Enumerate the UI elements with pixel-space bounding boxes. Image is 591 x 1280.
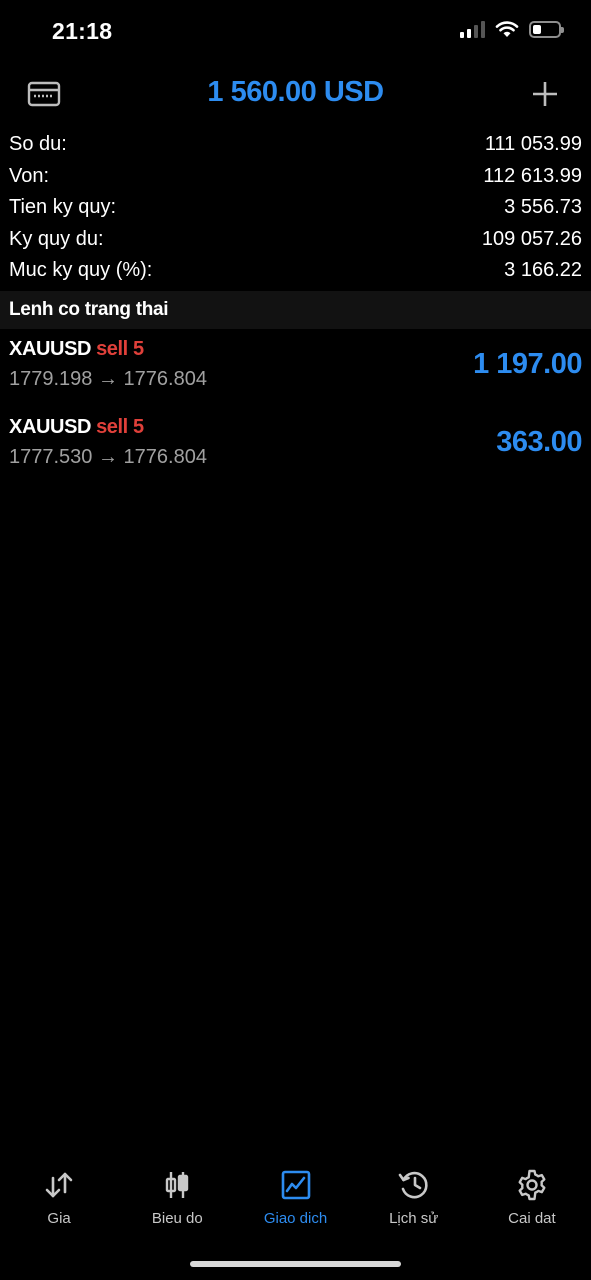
summary-value: 3 166.22 xyxy=(504,259,582,282)
summary-label: So du: xyxy=(9,133,67,156)
summary-row-equity: Von: 112 613.99 xyxy=(0,161,591,193)
plus-icon[interactable] xyxy=(525,74,565,114)
position-profit: 363.00 xyxy=(496,426,582,458)
tab-quotes[interactable]: Gia xyxy=(0,1168,118,1238)
summary-row-margin: Tien ky quy: 3 556.73 xyxy=(0,192,591,224)
tab-label: Gia xyxy=(47,1210,71,1227)
position-symbol: XAUUSD xyxy=(9,338,92,360)
summary-label: Tien ky quy: xyxy=(9,196,117,219)
candlestick-chart-icon xyxy=(160,1168,194,1202)
position-side: sell 5 xyxy=(96,416,144,438)
trade-chart-icon xyxy=(279,1168,313,1202)
battery-icon xyxy=(529,20,564,38)
position-row[interactable]: XAUUSD sell 5 1779.198 → 1776.804 1 197.0… xyxy=(0,334,591,412)
summary-row-margin-level: Muc ky quy (%): 3 166.22 xyxy=(0,255,591,287)
tab-charts[interactable]: Bieu do xyxy=(118,1168,236,1238)
summary-value: 109 057.26 xyxy=(481,227,582,250)
tab-label: Cai dat xyxy=(508,1210,556,1227)
open-positions-header: Lenh co trang thai xyxy=(0,291,591,329)
home-indicator[interactable] xyxy=(190,1261,401,1267)
balance-title: 1 560.00 USD xyxy=(207,76,384,108)
position-row[interactable]: XAUUSD sell 5 1777.530 → 1776.804 363.00 xyxy=(0,412,591,490)
history-clock-icon xyxy=(397,1168,431,1202)
tab-trade[interactable]: Giao dich xyxy=(236,1168,354,1238)
wifi-icon xyxy=(495,21,519,37)
summary-row-free-margin: Ky quy du: 109 057.26 xyxy=(0,224,591,256)
summary-label: Von: xyxy=(9,164,50,187)
tab-label: Lịch sử xyxy=(389,1210,439,1227)
gear-icon xyxy=(515,1168,549,1202)
tab-settings[interactable]: Cai dat xyxy=(473,1168,591,1238)
header: 1 560.00 USD xyxy=(0,66,591,122)
summary-value: 3 556.73 xyxy=(504,196,582,219)
status-bar: 21:18 xyxy=(0,0,591,64)
summary-label: Ky quy du: xyxy=(9,227,104,250)
summary-value: 112 613.99 xyxy=(483,164,582,187)
summary-value: 111 053.99 xyxy=(484,133,582,156)
summary-label: Muc ky quy (%): xyxy=(9,259,153,282)
account-summary: So du: 111 053.99 Von: 112 613.99 Tien k… xyxy=(0,129,591,287)
positions-list: XAUUSD sell 5 1779.198 → 1776.804 1 197.0… xyxy=(0,334,591,490)
position-symbol: XAUUSD xyxy=(9,416,92,438)
status-time: 21:18 xyxy=(52,18,113,44)
cellular-signal-icon xyxy=(460,20,485,38)
quotes-arrows-icon xyxy=(42,1168,76,1202)
tab-label: Bieu do xyxy=(151,1210,203,1227)
tab-label: Giao dich xyxy=(263,1210,328,1227)
summary-row-balance: So du: 111 053.99 xyxy=(0,129,591,161)
tab-history[interactable]: Lịch sử xyxy=(355,1168,473,1238)
position-profit: 1 197.00 xyxy=(473,348,582,380)
position-side: sell 5 xyxy=(96,338,144,360)
status-icons xyxy=(460,20,564,38)
bottom-tab-bar: Gia Bieu do Giao dich Lịch sử Cai dat xyxy=(0,1168,591,1238)
